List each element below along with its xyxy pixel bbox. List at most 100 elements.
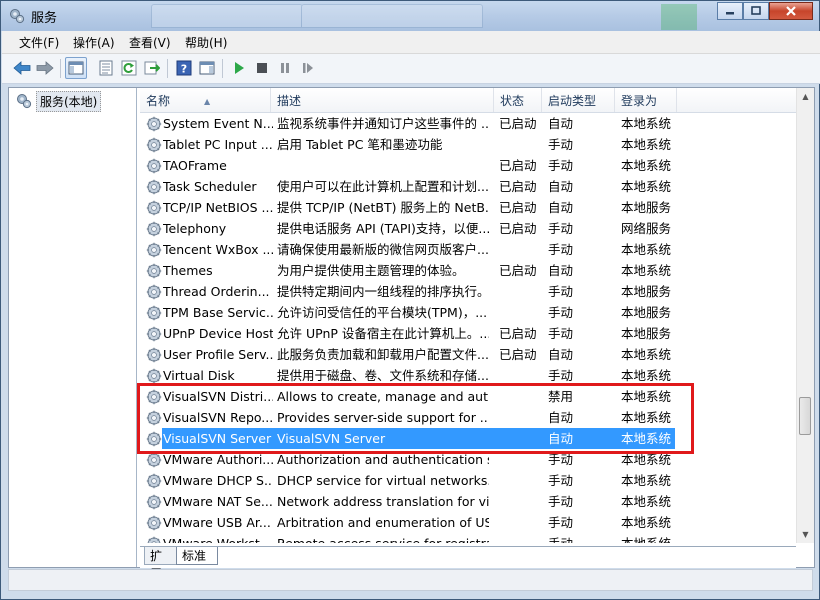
service-row[interactable]: UPnP Device Host 允许 UPnP 设备宿主在此计算机上。... 已启… [140,323,680,344]
start-service-button[interactable] [228,57,250,79]
help-icon: ? [176,60,192,76]
service-row[interactable]: Tencent WxBox ... 请确保使用最新版的微信网页版客户... 手动 本地… [140,239,680,260]
column-header-description[interactable]: 描述 [271,88,494,112]
title-bar[interactable]: 服务 [1,1,819,31]
service-log-on-as: 本地系统 [621,347,672,362]
menu-bar: 文件(F) 操作(A) 查看(V) 帮助(H) [2,31,820,54]
export-list-button[interactable] [141,57,163,79]
service-log-on-as: 本地系统 [621,515,672,530]
service-description: Remote access service for registra... [277,533,489,543]
service-row[interactable]: VMware DHCP S... DHCP service for virtual… [140,470,680,491]
service-row[interactable]: Virtual Disk 提供用于磁盘、卷、文件系统和存储... 手动 本地系统 [140,365,680,386]
service-row[interactable]: VisualSVN Server VisualSVN Server 自动 本地系统 [140,428,680,449]
service-row[interactable]: TAOFrame 已启动 手动 本地系统 [140,155,680,176]
service-status [499,512,541,533]
maximize-icon [751,6,761,15]
menu-file[interactable]: 文件(F) [19,34,59,51]
column-header-name[interactable]: 名称 ▲ [140,88,271,112]
service-startup-type: 手动 [548,515,574,530]
service-description: 监视系统事件并通知订户这些事件的 ... [277,116,489,131]
service-gear-icon [146,494,162,510]
refresh-icon [121,60,137,76]
service-description: 此服务负责加载和卸载用户配置文件... [277,347,489,362]
vertical-scrollbar[interactable]: ▲ ▼ [796,88,814,543]
forward-button[interactable] [34,57,56,79]
service-startup-type: 手动 [548,305,574,320]
service-row[interactable]: Task Scheduler 使用户可以在此计算机上配置和计划... 已启动 自动 本地… [140,176,680,197]
pause-service-button[interactable] [274,57,296,79]
service-name: System Event N... [163,116,273,131]
service-row[interactable]: VMware Workst... Remote access service fo… [140,533,680,543]
resume-icon [303,63,313,73]
column-header-startup-type[interactable]: 启动类型 [542,88,615,112]
tab-standard[interactable]: 标准 [176,547,218,565]
service-startup-type: 手动 [548,158,574,173]
service-description: 提供 TCP/IP (NetBT) 服务上的 NetB... [277,200,489,215]
scroll-up-arrow-icon[interactable]: ▲ [797,88,814,105]
show-action-pane-button[interactable] [196,57,218,79]
service-row[interactable]: System Event N... 监视系统事件并通知订户这些事件的 ... 已启动… [140,113,680,134]
service-status [499,386,541,407]
service-row[interactable]: TCP/IP NetBIOS ... 提供 TCP/IP (NetBT) 服务上的… [140,197,680,218]
back-button[interactable] [11,57,33,79]
stop-service-button[interactable] [251,57,273,79]
service-status [499,407,541,428]
help-button[interactable]: ? [173,57,195,79]
service-row[interactable]: Telephony 提供电话服务 API (TAPI)支持，以便... 已启动 手动 网… [140,218,680,239]
properties-list-button[interactable] [95,57,117,79]
column-header-status[interactable]: 状态 [494,88,542,112]
show-console-tree-button[interactable] [65,57,87,79]
service-row[interactable]: Thread Orderin... 提供特定期间内一组线程的排序执行。 手动 本地服务 [140,281,680,302]
column-header-log-on-as[interactable]: 登录为 [615,88,677,112]
service-row[interactable]: VMware USB Ar... Arbitration and enumerat… [140,512,680,533]
service-log-on-as: 本地服务 [621,326,672,341]
service-row[interactable]: VisualSVN Distri... Allows to create, man… [140,386,680,407]
sort-ascending-icon: ▲ [204,97,211,106]
service-row[interactable]: TPM Base Servic... 允许访问受信任的平台模块(TPM)，... 手… [140,302,680,323]
service-gear-icon [146,221,162,237]
background-window-ghost [151,1,697,31]
minimize-button[interactable] [717,2,743,20]
service-row[interactable]: Themes 为用户提供使用主题管理的体验。 已启动 自动 本地系统 [140,260,680,281]
service-status: 已启动 [499,116,537,131]
maximize-button[interactable] [743,2,769,20]
service-status: 已启动 [499,221,537,236]
menu-help[interactable]: 帮助(H) [185,34,227,51]
menu-view[interactable]: 查看(V) [129,34,171,51]
service-row[interactable]: Tablet PC Input ... 启用 Tablet PC 笔和墨迹功能 手动… [140,134,680,155]
back-arrow-icon [13,61,31,75]
column-status-label: 状态 [500,94,525,108]
service-description: 提供用于磁盘、卷、文件系统和存储... [277,368,489,383]
service-startup-type: 手动 [548,368,574,383]
service-name: VisualSVN Distri... [163,389,273,404]
service-startup-type: 禁用 [548,389,574,404]
service-name: TPM Base Servic... [163,305,273,320]
service-log-on-as: 本地系统 [621,389,672,404]
service-startup-type: 手动 [548,242,574,257]
service-description: Provides server-side support for ... [277,410,489,425]
service-row[interactable]: VMware NAT Se... Network address translat… [140,491,680,512]
service-name: Telephony [163,221,227,236]
service-row[interactable]: VisualSVN Repo... Provides server-side su… [140,407,680,428]
service-status [499,134,541,155]
service-startup-type: 自动 [548,263,574,278]
service-log-on-as: 本地系统 [621,263,672,278]
close-button[interactable] [769,2,813,20]
scrollbar-thumb[interactable] [799,397,811,435]
tab-extended[interactable]: 扩展 [144,547,178,581]
scroll-down-arrow-icon[interactable]: ▼ [797,526,814,543]
service-name: VMware DHCP S... [163,473,273,488]
column-name-label: 名称 [146,94,171,108]
service-gear-icon [146,305,162,321]
menu-action[interactable]: 操作(A) [73,34,115,51]
resume-service-button[interactable] [297,57,319,79]
refresh-button[interactable] [118,57,140,79]
service-row[interactable]: VMware Authori... Authorization and authe… [140,449,680,470]
service-row[interactable]: User Profile Serv... 此服务负责加载和卸载用户配置文件... 已… [140,344,680,365]
service-status [499,365,541,386]
service-status [499,281,541,302]
tree-item-services-local[interactable]: 服务(本地) [16,90,102,112]
service-name: Tablet PC Input ... [163,137,273,152]
service-name: VisualSVN Repo... [163,410,273,425]
window-controls [717,2,813,21]
